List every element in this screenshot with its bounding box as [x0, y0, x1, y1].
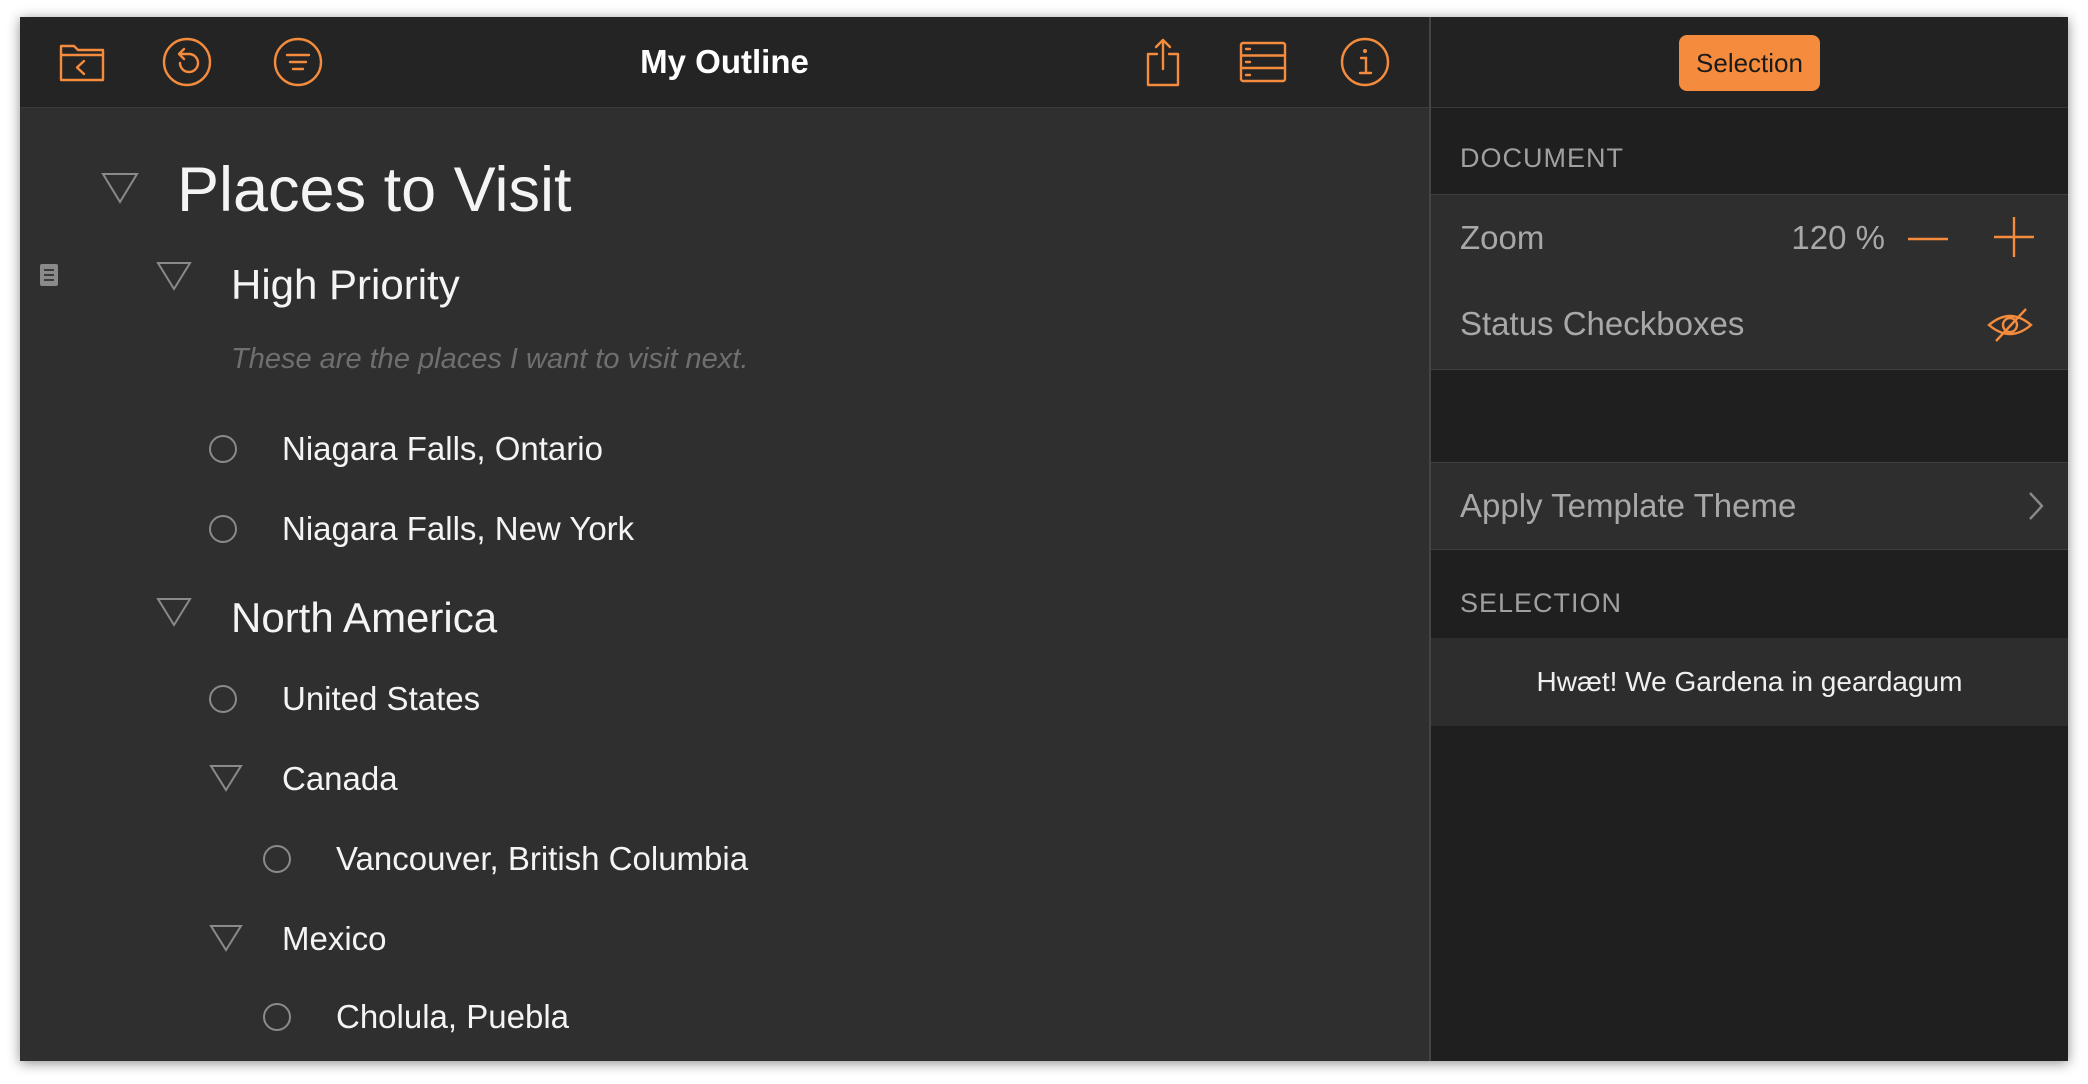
zoom-label: Zoom: [1460, 219, 1545, 256]
outline-row-mexico[interactable]: Mexico: [20, 902, 1429, 982]
outline-item-label: High Priority: [231, 261, 460, 308]
zoom-in-plus-icon[interactable]: [1992, 215, 2036, 259]
outline-row-canada[interactable]: Canada: [20, 742, 1429, 822]
disclosure-triangle-icon[interactable]: [156, 261, 192, 291]
share-icon[interactable]: [1138, 37, 1188, 87]
outline-row-high-priority[interactable]: High Priority These are the places I wan…: [20, 237, 1429, 375]
outline-row-north-america[interactable]: North America: [20, 572, 1429, 667]
outline-item-label: Cholula, Puebla: [336, 998, 569, 1035]
outline-row-united-states[interactable]: United States: [20, 662, 1429, 742]
disclosure-triangle-icon[interactable]: [209, 924, 243, 952]
toolbar: My Outline: [20, 17, 1429, 108]
outline-row-cholula[interactable]: Cholula, Puebla: [20, 982, 1429, 1061]
status-checkbox[interactable]: [263, 1003, 291, 1031]
apply-template-theme-row[interactable]: Apply Template Theme: [1431, 462, 2068, 550]
outline-item-label: Niagara Falls, Ontario: [282, 430, 603, 467]
outline-item-label: North America: [231, 594, 498, 641]
document-title: My Outline: [640, 43, 809, 80]
disclosure-triangle-icon[interactable]: [156, 597, 192, 627]
status-checkbox[interactable]: [263, 845, 291, 873]
outline-item-label: Canada: [282, 760, 398, 797]
outline-item-label: Places to Visit: [177, 155, 572, 225]
outline-row-vancouver[interactable]: Vancouver, British Columbia: [20, 822, 1429, 902]
selection-tab-button[interactable]: Selection: [1679, 35, 1820, 91]
zoom-row: Zoom 120 %: [1431, 194, 2068, 282]
rows-icon[interactable]: [1238, 37, 1288, 87]
disclosure-triangle-icon[interactable]: [209, 764, 243, 792]
disclosure-triangle-icon[interactable]: [101, 172, 139, 204]
selection-section-label: SELECTION: [1460, 588, 1623, 618]
outline-row-niagara-new-york[interactable]: Niagara Falls, New York: [20, 492, 1429, 572]
outline-item-label: United States: [282, 680, 481, 717]
zoom-out-minus-icon[interactable]: [1906, 219, 1950, 259]
outline-pane: My Outline Places to Visit High Priority…: [20, 17, 1429, 1061]
outline-item-label: Mexico: [282, 920, 387, 957]
status-checkboxes-row[interactable]: Status Checkboxes: [1431, 281, 2068, 370]
undo-icon[interactable]: [162, 37, 212, 87]
status-checkbox[interactable]: [209, 435, 237, 463]
outline-item-label: Niagara Falls, New York: [282, 510, 635, 547]
item-note[interactable]: These are the places I want to visit nex…: [231, 343, 748, 376]
zoom-value: 120 %: [1791, 219, 1885, 256]
outline-row-places-to-visit[interactable]: Places to Visit: [20, 132, 1429, 225]
document-section-label: DOCUMENT: [1460, 143, 1624, 173]
selection-style-preview[interactable]: Hwæt! We Gardena in geardagum: [1431, 638, 2068, 726]
info-icon[interactable]: [1340, 37, 1390, 87]
status-checkbox[interactable]: [209, 685, 237, 713]
folder-back-icon[interactable]: [57, 37, 107, 87]
eye-slash-icon[interactable]: [1986, 305, 2034, 345]
inspector-panel: Selection DOCUMENT Zoom 120 % Status Che…: [1429, 17, 2068, 1061]
chevron-right-icon: [2029, 492, 2044, 520]
apply-template-theme-label: Apply Template Theme: [1460, 487, 1797, 524]
inspector-header: Selection: [1431, 17, 2068, 108]
filter-icon[interactable]: [273, 37, 323, 87]
status-checkboxes-label: Status Checkboxes: [1460, 305, 1745, 342]
outline-item-label: Vancouver, British Columbia: [336, 840, 749, 877]
note-icon[interactable]: [40, 264, 58, 286]
outline-row-niagara-ontario[interactable]: Niagara Falls, Ontario: [20, 412, 1429, 492]
status-checkbox[interactable]: [209, 515, 237, 543]
app-window: My Outline Places to Visit High Priority…: [20, 17, 2068, 1061]
